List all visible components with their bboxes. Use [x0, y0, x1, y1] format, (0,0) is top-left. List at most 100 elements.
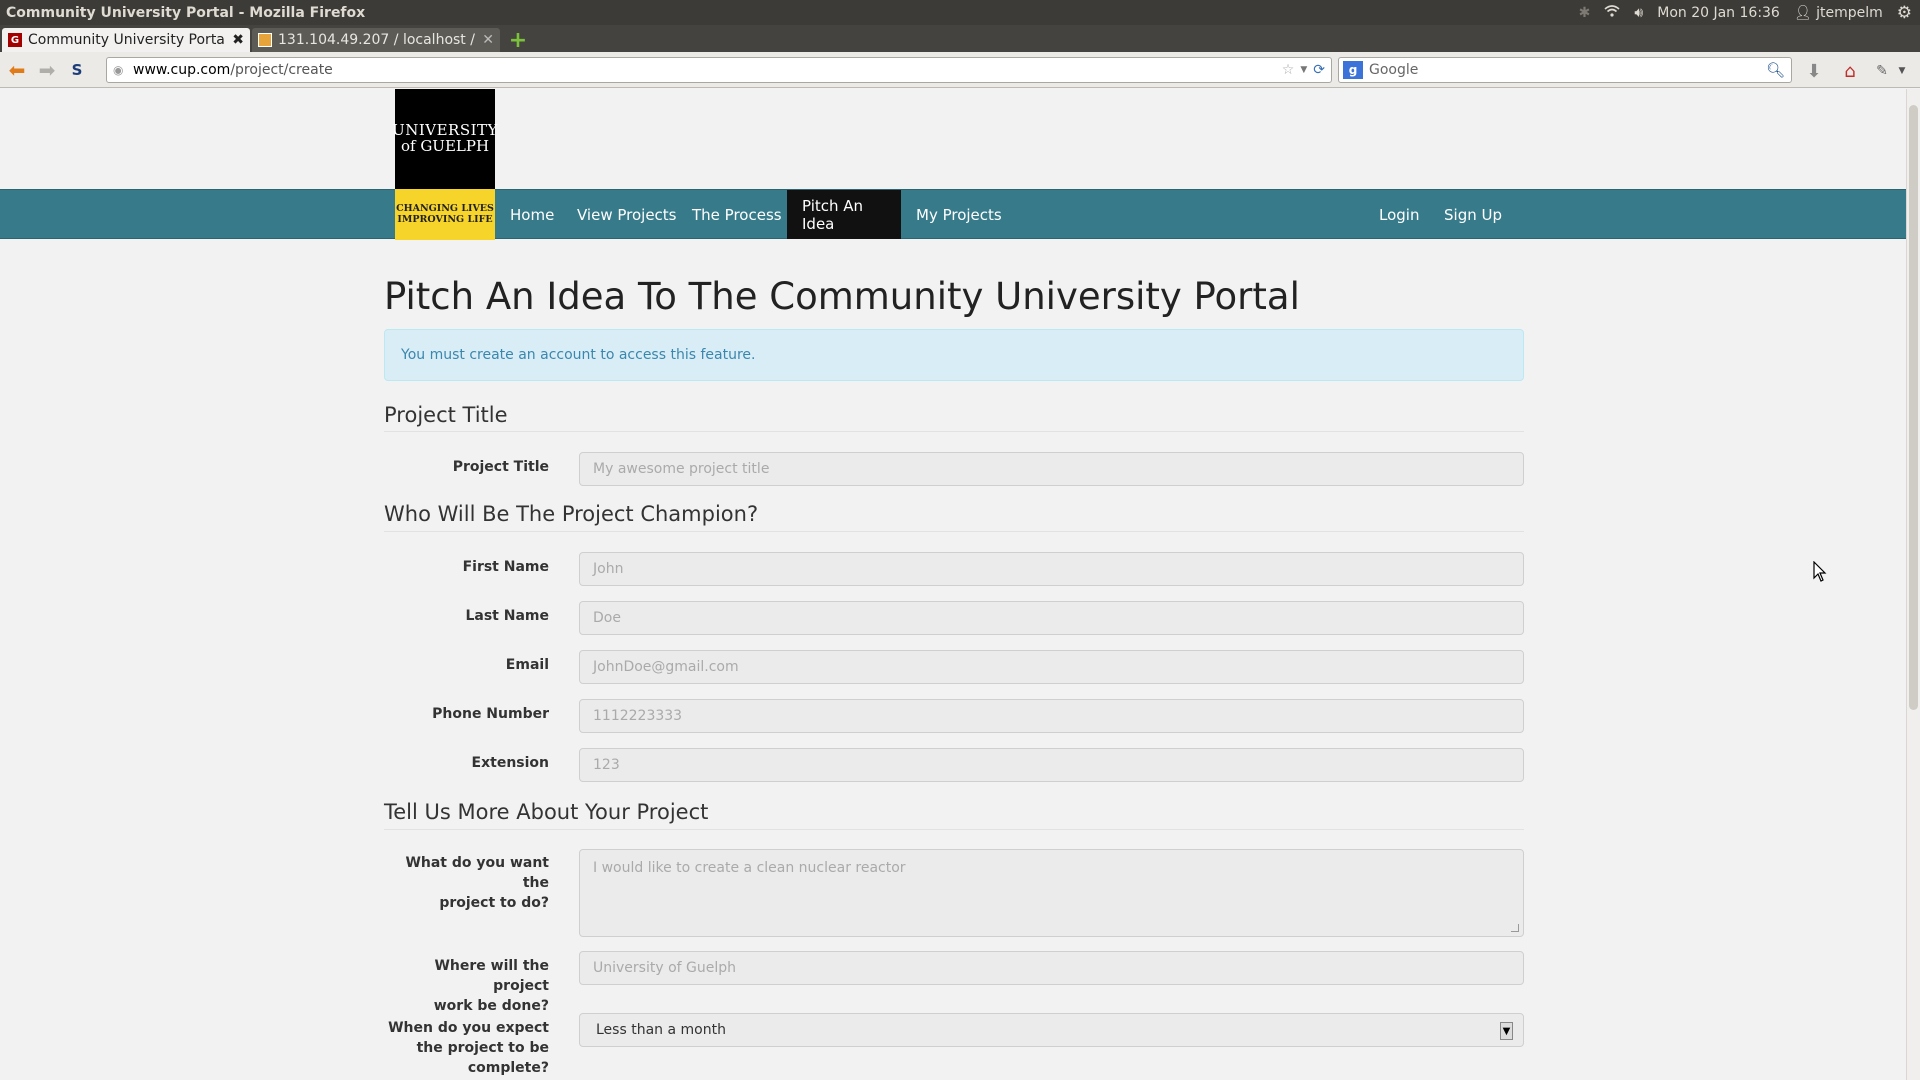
university-logo[interactable]: UNIVERSITY of GUELPH — [392, 89, 497, 189]
account-required-alert: You must create an account to access thi… — [384, 329, 1524, 381]
web-page: UNIVERSITY of GUELPH CHANGING LIVES IMPR… — [0, 89, 1906, 1080]
project-title-input[interactable]: My awesome project title — [579, 452, 1524, 486]
section-project-champion: Who Will Be The Project Champion? — [384, 502, 759, 526]
first-name-placeholder: John — [593, 561, 624, 577]
logo-line2: of GUELPH — [400, 137, 490, 155]
back-arrow-icon[interactable]: ⬅ — [4, 57, 30, 83]
site-favicon-icon: G — [8, 33, 22, 47]
tagline-line2: IMPROVING LIFE — [397, 213, 493, 225]
url-bar[interactable]: ◉ www.cup.com/project/create ☆ ▼ ⟳ — [106, 57, 1332, 83]
window-title-bar: Community University Portal - Mozilla Fi… — [0, 0, 1920, 25]
search-bar[interactable]: g Google 🔍︎ — [1338, 57, 1792, 83]
tab-label: 131.104.49.207 / localhost /... — [278, 32, 477, 48]
tab-community-university-portal[interactable]: G Community University Portal ✖ — [2, 28, 250, 52]
site-navigation: CHANGING LIVES IMPROVING LIFE Home View … — [0, 189, 1906, 240]
tagline-line1: CHANGING LIVES — [396, 202, 494, 214]
what-label: What do you want the project to do? — [384, 853, 549, 913]
section-tell-us-more: Tell Us More About Your Project — [384, 800, 709, 824]
reload-icon[interactable]: ⟳ — [1313, 62, 1325, 78]
settings-gear-icon[interactable]: ⚙ — [1897, 3, 1912, 23]
scrollbar-thumb[interactable] — [1909, 105, 1918, 710]
close-tab-icon[interactable]: ✕ — [482, 32, 494, 48]
nav-my-projects[interactable]: My Projects — [901, 190, 1017, 239]
when-label-line1: When do you expect — [388, 1020, 549, 1036]
project-title-label: Project Title — [452, 459, 549, 475]
email-input[interactable]: JohnDoe@gmail.com — [579, 650, 1524, 684]
search-icon[interactable]: 🔍︎ — [1766, 61, 1785, 79]
nav-home[interactable]: Home — [495, 190, 569, 239]
where-label-line1: Where will the project — [434, 958, 549, 994]
url-path: /project/create — [230, 62, 333, 78]
tagline-banner: CHANGING LIVES IMPROVING LIFE — [395, 189, 495, 240]
nav-pitch-an-idea[interactable]: Pitch An Idea — [787, 190, 901, 239]
user-menu[interactable]: 👤︎ jtempelm — [1794, 5, 1883, 21]
wifi-icon[interactable] — [1604, 4, 1620, 21]
first-name-label: First Name — [462, 559, 549, 575]
tab-label: Community University Portal — [28, 32, 227, 48]
completion-time-select[interactable]: Less than a month ▼ — [579, 1013, 1524, 1047]
nav-the-process[interactable]: The Process — [677, 190, 797, 239]
nav-view-projects[interactable]: View Projects — [562, 190, 692, 239]
url-domain: www.cup.com — [133, 62, 231, 78]
tab-strip: G Community University Portal ✖ 131.104.… — [0, 25, 1920, 53]
resize-grip-icon[interactable] — [1511, 924, 1519, 932]
divider — [384, 829, 1524, 830]
phone-number-input[interactable]: 1112223333 — [579, 699, 1524, 733]
search-input[interactable]: Google — [1369, 62, 1418, 78]
forward-arrow-icon[interactable]: ➡ — [34, 57, 60, 83]
downloads-icon[interactable]: ⬇ — [1801, 58, 1827, 84]
when-label: When do you expect the project to be com… — [384, 1018, 549, 1078]
divider — [384, 531, 1524, 532]
extension-placeholder: 123 — [593, 757, 620, 773]
last-name-input[interactable]: Doe — [579, 601, 1524, 635]
system-tray: ✱ 🔊︎ Mon 20 Jan 16:36 👤︎ jtempelm ⚙ — [1579, 3, 1920, 23]
where-placeholder: University of Guelph — [593, 960, 737, 976]
first-name-input[interactable]: John — [579, 552, 1524, 586]
section-project-title: Project Title — [384, 403, 508, 427]
where-input[interactable]: University of Guelph — [579, 951, 1524, 985]
close-tab-icon[interactable]: ✖ — [232, 32, 244, 48]
user-name: jtempelm — [1816, 4, 1883, 21]
home-icon[interactable]: ⌂ — [1837, 58, 1863, 84]
what-textarea[interactable]: I would like to create a clean nuclear r… — [579, 849, 1524, 937]
phone-number-placeholder: 1112223333 — [593, 708, 683, 724]
nav-login[interactable]: Login — [1364, 190, 1434, 239]
toolbar-menu-chevron-icon[interactable]: ▼ — [1894, 58, 1910, 84]
tab-phpmyadmin[interactable]: 131.104.49.207 / localhost /... ✕ — [252, 28, 500, 52]
completion-time-value: Less than a month — [596, 1022, 726, 1038]
window-title: Community University Portal - Mozilla Fi… — [6, 4, 366, 21]
when-label-line3: complete? — [467, 1060, 549, 1076]
last-name-label: Last Name — [465, 608, 549, 624]
site-identity-icon[interactable]: ◉ — [113, 63, 123, 77]
what-label-line2: project to do? — [439, 895, 549, 911]
where-label: Where will the project work be done? — [384, 956, 549, 1016]
browser-toolbar: ⬅ ➡ S ◉ www.cup.com/project/create ☆ ▼ ⟳… — [0, 52, 1920, 88]
extension-input[interactable]: 123 — [579, 748, 1524, 782]
extension-label: Extension — [471, 755, 549, 771]
email-placeholder: JohnDoe@gmail.com — [593, 659, 739, 675]
url-text[interactable]: www.cup.com/project/create — [107, 62, 1282, 78]
bookmark-star-icon[interactable]: ☆ — [1282, 62, 1295, 78]
page-title: Pitch An Idea To The Community Universit… — [384, 275, 1300, 318]
where-label-line2: work be done? — [433, 998, 549, 1014]
history-dropdown-icon[interactable]: ▼ — [1300, 65, 1307, 75]
last-name-placeholder: Doe — [593, 610, 621, 626]
dropdown-arrow-icon[interactable]: ▼ — [1500, 1022, 1513, 1040]
volume-icon[interactable]: 🔊︎ — [1634, 5, 1643, 21]
addon-puzzle-icon[interactable]: ✎ — [1869, 58, 1895, 84]
when-label-line2: the project to be — [416, 1040, 549, 1056]
bluetooth-icon[interactable]: ✱ — [1579, 5, 1591, 21]
google-search-engine-icon[interactable]: g — [1343, 61, 1363, 79]
page-scrollbar[interactable] — [1906, 89, 1920, 1080]
what-label-line1: What do you want the — [405, 855, 549, 891]
new-tab-plus-icon[interactable]: + — [506, 28, 530, 53]
project-title-placeholder: My awesome project title — [593, 461, 770, 477]
phone-number-label: Phone Number — [432, 706, 549, 722]
user-icon: 👤︎ — [1793, 4, 1812, 21]
nav-sign-up[interactable]: Sign Up — [1429, 190, 1517, 239]
stumble-s-icon[interactable]: S — [64, 57, 90, 83]
divider — [384, 431, 1524, 432]
email-label: Email — [505, 657, 549, 673]
phpmyadmin-favicon-icon — [258, 33, 272, 47]
clock[interactable]: Mon 20 Jan 16:36 — [1657, 5, 1780, 21]
